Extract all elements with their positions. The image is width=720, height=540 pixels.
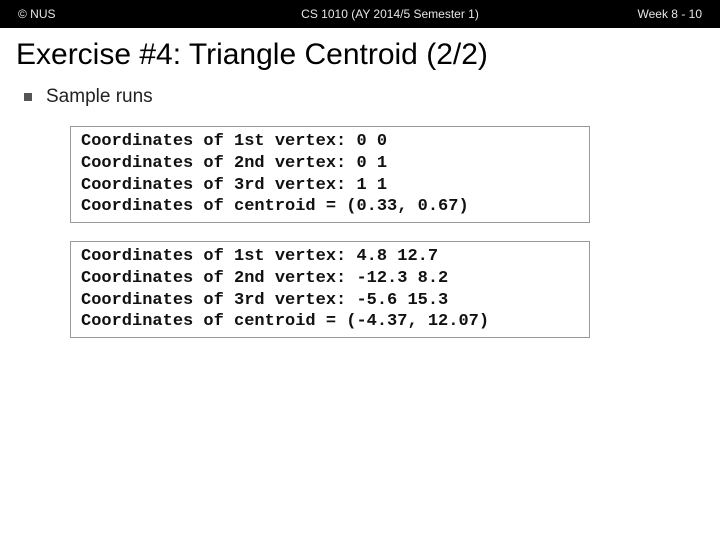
slide-body: Sample runs Coordinates of 1st vertex: 0… xyxy=(0,78,720,338)
bullet-row: Sample runs xyxy=(24,86,720,108)
square-bullet-icon xyxy=(24,93,32,101)
slide-header: © NUS CS 1010 (AY 2014/5 Semester 1) Wee… xyxy=(0,0,720,28)
header-center: CS 1010 (AY 2014/5 Semester 1) xyxy=(130,7,610,21)
bullet-text: Sample runs xyxy=(46,86,153,108)
slide: © NUS CS 1010 (AY 2014/5 Semester 1) Wee… xyxy=(0,0,720,540)
page-title: Exercise #4: Triangle Centroid (2/2) xyxy=(0,28,720,78)
header-left: © NUS xyxy=(0,7,130,21)
sample-run-1: Coordinates of 1st vertex: 0 0 Coordinat… xyxy=(70,126,590,223)
header-right: Week 8 - 10 xyxy=(610,7,720,21)
sample-run-2: Coordinates of 1st vertex: 4.8 12.7 Coor… xyxy=(70,241,590,338)
